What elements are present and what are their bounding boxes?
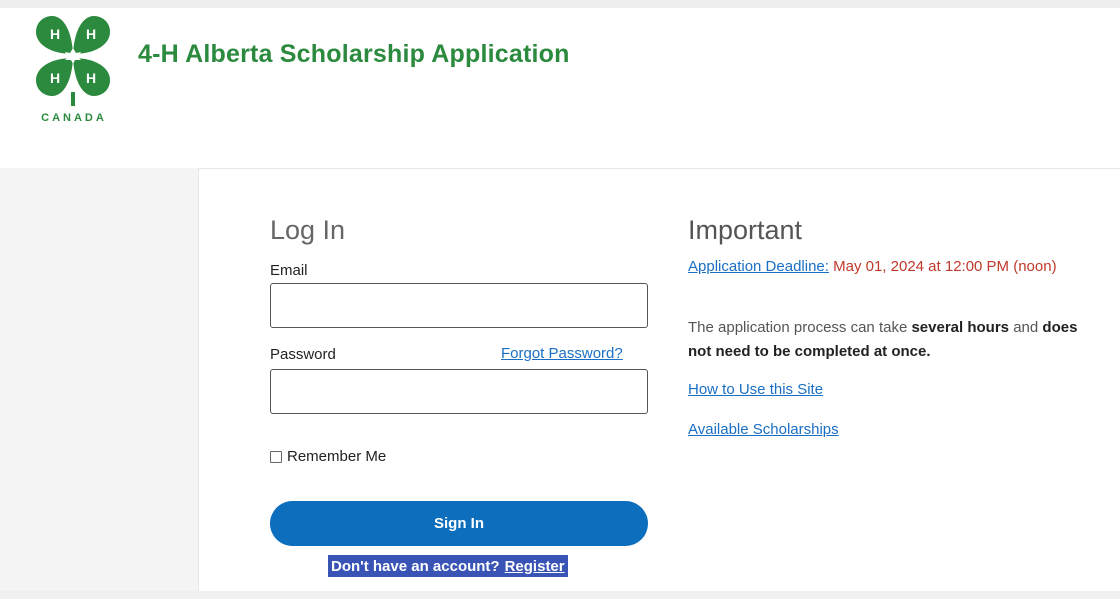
remember-me-row[interactable]: Remember Me — [270, 448, 386, 465]
important-heading: Important — [688, 215, 803, 245]
register-prompt: Don't have an account? Register — [328, 555, 568, 577]
deadline-info: Application Deadline: May 01, 2024 at 12… — [688, 255, 1088, 279]
bottom-strip — [0, 591, 1120, 599]
register-prompt-text: Don't have an account? — [331, 557, 500, 575]
logo-country-text: CANADA — [41, 112, 107, 124]
4h-canada-logo[interactable]: H H H H CANADA — [28, 14, 118, 126]
sign-in-button[interactable]: Sign In — [270, 501, 648, 546]
logo-letter: H — [50, 70, 60, 86]
logo-letter: H — [86, 26, 96, 42]
application-deadline-link[interactable]: Application Deadline: — [688, 258, 829, 275]
process-bold: several hours — [911, 319, 1010, 336]
clover-icon: H H H H — [36, 16, 110, 106]
process-info: The application process can take several… — [688, 316, 1088, 364]
login-heading: Log In — [270, 215, 346, 245]
top-bar — [0, 0, 1120, 8]
email-field[interactable] — [270, 283, 648, 328]
password-label: Password — [270, 346, 336, 363]
email-label: Email — [270, 262, 308, 279]
process-text: and — [1013, 319, 1039, 336]
password-field[interactable] — [270, 369, 648, 414]
forgot-password-link[interactable]: Forgot Password? — [501, 345, 623, 362]
remember-me-label: Remember Me — [287, 448, 387, 465]
deadline-date: May 01, 2024 at 12:00 PM (noon) — [833, 258, 1057, 275]
logo-letter: H — [86, 70, 96, 86]
page-header: H H H H CANADA 4-H Alberta Scholarship A… — [0, 8, 1120, 168]
register-link[interactable]: Register — [505, 558, 565, 575]
logo-letter: H — [50, 26, 60, 42]
login-card: Log In Email Password Forgot Password? R… — [198, 168, 1120, 593]
available-scholarships-link[interactable]: Available Scholarships — [688, 421, 839, 438]
app-title: 4-H Alberta Scholarship Application — [138, 40, 570, 68]
how-to-use-link[interactable]: How to Use this Site — [688, 381, 823, 398]
process-text: The application process can take — [688, 319, 908, 336]
remember-me-checkbox[interactable] — [270, 450, 282, 463]
